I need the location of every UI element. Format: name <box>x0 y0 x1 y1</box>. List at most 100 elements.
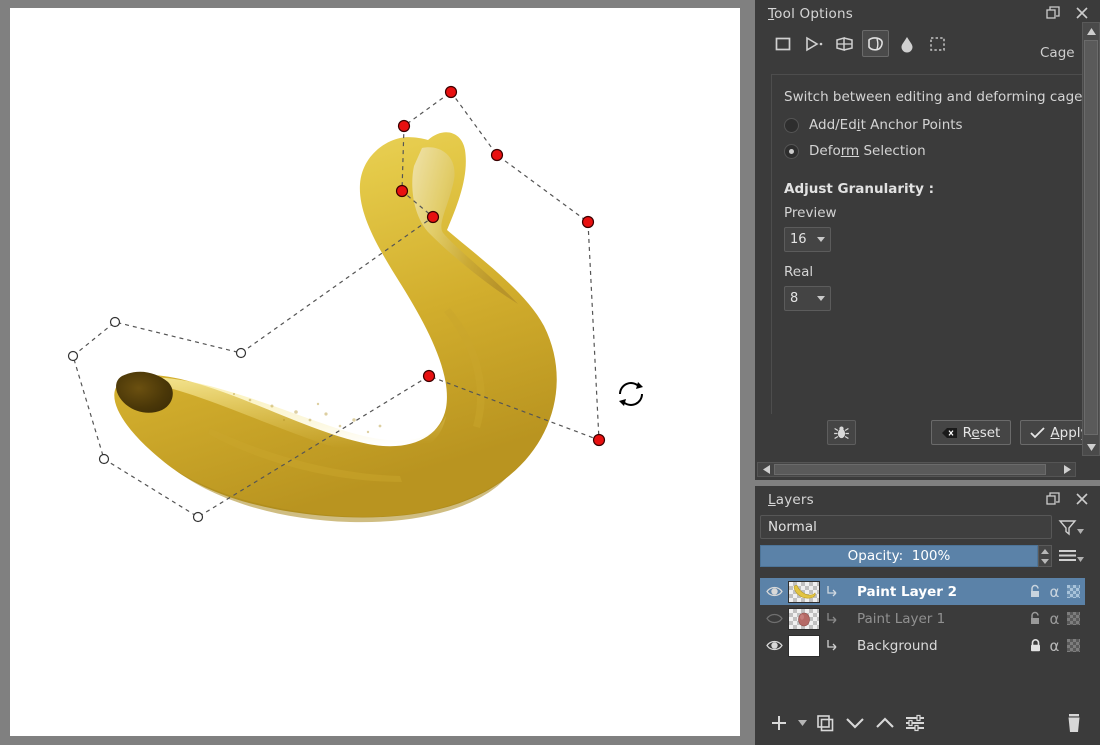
tool-options-body: Switch between editing and deforming cag… <box>771 74 1100 414</box>
float-window-icon[interactable] <box>1043 489 1063 509</box>
transform-warp-icon[interactable] <box>831 30 858 57</box>
layer-visibility-toggle[interactable] <box>760 605 788 632</box>
float-window-icon[interactable] <box>1043 3 1063 23</box>
layer-visibility-toggle[interactable] <box>760 578 788 605</box>
preview-granularity-select[interactable]: 16 <box>784 227 831 252</box>
layer-lock-icons: α <box>1026 634 1085 658</box>
right-dock: Tool Options <box>755 0 1100 745</box>
chevron-down-icon <box>798 720 807 726</box>
layer-alpha-lock-icon[interactable] <box>1064 634 1083 658</box>
reset-label: Reset <box>963 425 1001 441</box>
filter-funnel-icon[interactable] <box>1058 513 1094 541</box>
layer-thumbnail[interactable] <box>788 581 820 603</box>
eye-visible-icon <box>766 637 783 654</box>
layer-lock-icons: α <box>1026 580 1085 604</box>
layer-link-icon[interactable] <box>820 578 845 605</box>
layers-side-icons <box>1058 513 1094 569</box>
layer-alpha-icon[interactable]: α <box>1045 580 1064 604</box>
eye-visible-icon <box>766 583 783 600</box>
layer-name: Background <box>845 638 1026 654</box>
transform-liquify-icon[interactable] <box>893 30 920 57</box>
chevron-down-icon <box>1077 557 1084 562</box>
delete-layer-button[interactable] <box>1060 709 1088 737</box>
scroll-up-arrow-icon[interactable] <box>1083 23 1099 39</box>
transform-perspective-pointer-icon[interactable] <box>800 30 827 57</box>
report-bug-button[interactable] <box>827 420 856 445</box>
check-icon <box>1030 427 1045 439</box>
chevron-down-icon <box>844 714 866 732</box>
mode-deform-selection[interactable]: Deform Selection <box>784 143 1100 159</box>
scroll-down-arrow-icon[interactable] <box>1083 439 1099 455</box>
mode-add-edit-anchor-points[interactable]: Add/Edit Anchor Points <box>784 117 1100 133</box>
layer-alpha-lock-icon[interactable] <box>1064 607 1083 631</box>
banana-body <box>114 132 556 517</box>
tool-options-horizontal-scrollbar[interactable] <box>757 462 1076 477</box>
add-layer-button[interactable] <box>765 709 793 737</box>
layer-visibility-toggle[interactable] <box>760 632 788 659</box>
radio-add-edit-anchor-points[interactable] <box>784 118 799 133</box>
scroll-right-arrow-icon[interactable] <box>1060 463 1074 476</box>
sliders-icon <box>904 713 926 733</box>
eye-hidden-icon <box>766 610 783 627</box>
layer-lock-icon[interactable] <box>1026 580 1045 604</box>
hamburger-menu-icon[interactable] <box>1058 541 1094 569</box>
granularity-header: Adjust Granularity : <box>784 181 1100 197</box>
chevron-down-icon <box>817 237 825 242</box>
scroll-left-arrow-icon[interactable] <box>759 463 773 476</box>
layer-locked-icon[interactable] <box>1026 634 1045 658</box>
plus-icon <box>769 713 789 733</box>
layer-lock-icon[interactable] <box>1026 607 1045 631</box>
transform-free-icon[interactable] <box>769 30 796 57</box>
transform-cage-icon[interactable] <box>862 30 889 57</box>
transform-tool-strip[interactable] <box>755 27 1080 60</box>
layer-lock-icons: α <box>1026 607 1085 631</box>
layer-link-icon[interactable] <box>820 632 845 659</box>
layers-title: Layers <box>768 492 814 508</box>
move-layer-up-button[interactable] <box>871 709 899 737</box>
layer-row-paint-layer-2[interactable]: Paint Layer 2 α <box>760 578 1085 605</box>
close-icon[interactable] <box>1072 3 1092 23</box>
layer-link-icon[interactable] <box>820 605 845 632</box>
layer-alpha-icon[interactable]: α <box>1045 607 1064 631</box>
preview-granularity-value: 16 <box>790 232 817 247</box>
radio-deform-selection[interactable] <box>784 144 799 159</box>
blend-mode-row: Normal <box>755 513 1100 541</box>
layer-thumbnail[interactable] <box>788 635 820 657</box>
opacity-value: 100% <box>912 548 951 564</box>
scrollbar-thumb[interactable] <box>774 464 1046 475</box>
opacity-slider[interactable]: Opacity: 100% <box>760 545 1038 567</box>
transform-mesh-icon[interactable] <box>924 30 951 57</box>
tool-options-title-buttons <box>1043 3 1092 23</box>
reset-icon <box>942 427 958 439</box>
mode-deform-label: Deform Selection <box>809 143 926 159</box>
chevron-down-icon <box>817 296 825 301</box>
layer-thumbnail[interactable] <box>788 608 820 630</box>
tool-options-title-bar: Tool Options <box>755 0 1100 27</box>
add-layer-dropdown[interactable] <box>795 709 809 737</box>
opacity-spinner[interactable] <box>1038 545 1052 567</box>
krita-window: Tool Options <box>0 0 1100 745</box>
layer-alpha-lock-icon[interactable] <box>1064 580 1083 604</box>
scrollbar-thumb[interactable] <box>1084 40 1098 435</box>
layer-properties-button[interactable] <box>901 709 929 737</box>
duplicate-layer-button[interactable] <box>811 709 839 737</box>
real-label: Real <box>784 264 1100 280</box>
chevron-down-icon <box>1077 529 1084 534</box>
blend-mode-select[interactable]: Normal <box>760 515 1052 539</box>
layer-alpha-icon[interactable]: α <box>1045 634 1064 658</box>
rotate-cursor-icon <box>610 373 652 415</box>
tool-options-vertical-scrollbar[interactable] <box>1082 22 1100 456</box>
layer-row-background[interactable]: Background α <box>760 632 1085 659</box>
tool-options-panel: Tool Options <box>755 0 1100 480</box>
layer-row-paint-layer-1[interactable]: Paint Layer 1 α <box>760 605 1085 632</box>
duplicate-icon <box>815 713 835 733</box>
opacity-row: Opacity: 100% <box>755 543 1100 569</box>
real-granularity-select[interactable]: 8 <box>784 286 831 311</box>
reset-button[interactable]: Reset <box>931 420 1011 445</box>
trash-icon <box>1064 712 1084 734</box>
move-layer-down-button[interactable] <box>841 709 869 737</box>
close-icon[interactable] <box>1072 489 1092 509</box>
layers-title-buttons <box>1043 489 1092 509</box>
spinner-down-icon <box>1041 559 1049 564</box>
canvas[interactable] <box>10 8 740 736</box>
